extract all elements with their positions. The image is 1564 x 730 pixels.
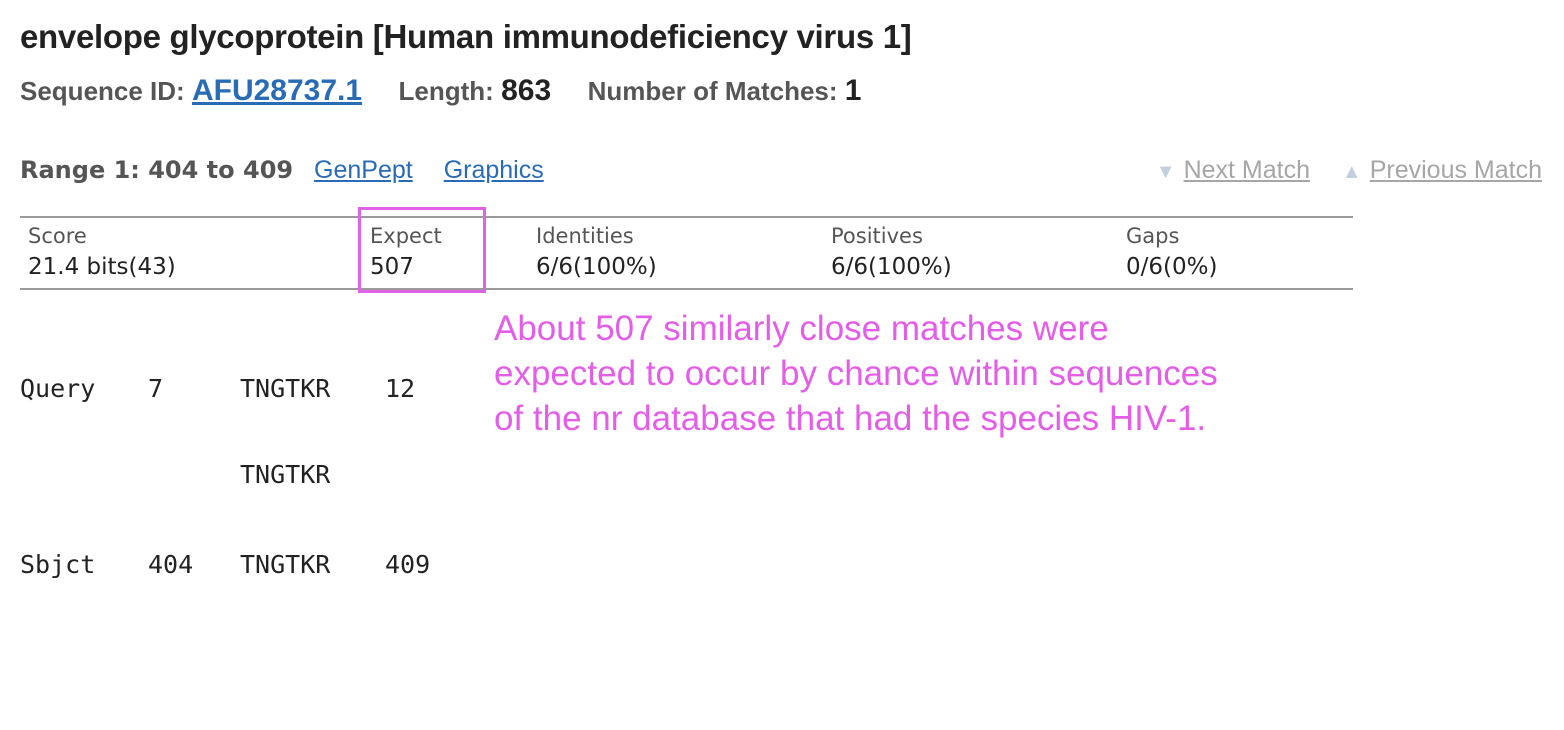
matches-value: 1 xyxy=(844,74,862,107)
gaps-value: 0/6(0%) xyxy=(1126,254,1218,280)
positives-value: 6/6(100%) xyxy=(831,254,952,280)
query-label: Query xyxy=(20,374,96,403)
down-triangle-icon: ▼ xyxy=(1155,161,1176,183)
sbjct-sequence: TNGTKR xyxy=(240,550,331,579)
annotation-line-1: About 507 similarly close matches were xyxy=(494,309,1109,348)
range-label: Range 1: 404 to 409 xyxy=(20,156,294,184)
query-row: Query 7 TNGTKR 12 xyxy=(20,374,415,404)
identities-value: 6/6(100%) xyxy=(536,254,657,280)
query-end: 12 xyxy=(385,374,416,403)
next-match-link[interactable]: Next Match xyxy=(1184,156,1310,184)
stat-gaps: Gaps 0/6(0%) xyxy=(1126,224,1217,280)
expect-highlight-box xyxy=(358,207,486,293)
score-header: Score xyxy=(28,224,87,248)
stat-positives: Positives 6/6(100%) xyxy=(831,224,952,280)
query-sequence: TNGTKR xyxy=(240,374,331,403)
sbjct-start: 404 xyxy=(148,550,194,579)
stat-score: Score 21.4 bits(43) xyxy=(28,224,176,280)
up-triangle-icon: ▲ xyxy=(1341,161,1362,183)
annotation-line-3: of the nr database that had the species … xyxy=(494,399,1207,438)
stat-identities: Identities 6/6(100%) xyxy=(536,224,657,280)
genpept-link[interactable]: GenPept xyxy=(314,156,413,184)
page-title: envelope glycoprotein [Human immunodefic… xyxy=(20,18,912,55)
query-start: 7 xyxy=(148,374,164,403)
length-label: Length: xyxy=(398,76,494,106)
range-row: Range 1: 404 to 409 GenPept Graphics xyxy=(20,156,544,185)
graphics-link[interactable]: Graphics xyxy=(444,156,544,184)
identities-header: Identities xyxy=(536,224,634,248)
midline-row: TNGTKR xyxy=(20,460,330,490)
expect-annotation: About 507 similarly close matches were ex… xyxy=(494,306,1218,441)
sequence-id-link[interactable]: AFU28737.1 xyxy=(192,74,362,107)
positives-header: Positives xyxy=(831,224,923,248)
match-navigation: ▼ Next Match ▲ Previous Match xyxy=(1156,156,1542,185)
previous-match-link[interactable]: Previous Match xyxy=(1370,156,1542,184)
sequence-alignment: Query 7 TNGTKR 12 TNGTKR Sbjct 404 TNGTK… xyxy=(20,314,430,610)
length-value: 863 xyxy=(501,74,552,107)
sequence-id-label: Sequence ID: xyxy=(20,76,185,106)
sbjct-end: 409 xyxy=(385,550,431,579)
matches-label: Number of Matches: xyxy=(587,76,838,106)
sbjct-label: Sbjct xyxy=(20,550,96,579)
annotation-line-2: expected to occur by chance within seque… xyxy=(494,354,1218,393)
sequence-meta: Sequence ID: AFU28737.1 Length: 863 Numb… xyxy=(20,74,861,108)
gaps-header: Gaps xyxy=(1126,224,1180,248)
midline-sequence: TNGTKR xyxy=(240,460,331,489)
score-value: 21.4 bits(43) xyxy=(28,254,176,280)
alignment-stats-table: Score 21.4 bits(43) Expect 507 Identitie… xyxy=(20,216,1353,290)
sbjct-row: Sbjct 404 TNGTKR 409 xyxy=(20,550,430,580)
